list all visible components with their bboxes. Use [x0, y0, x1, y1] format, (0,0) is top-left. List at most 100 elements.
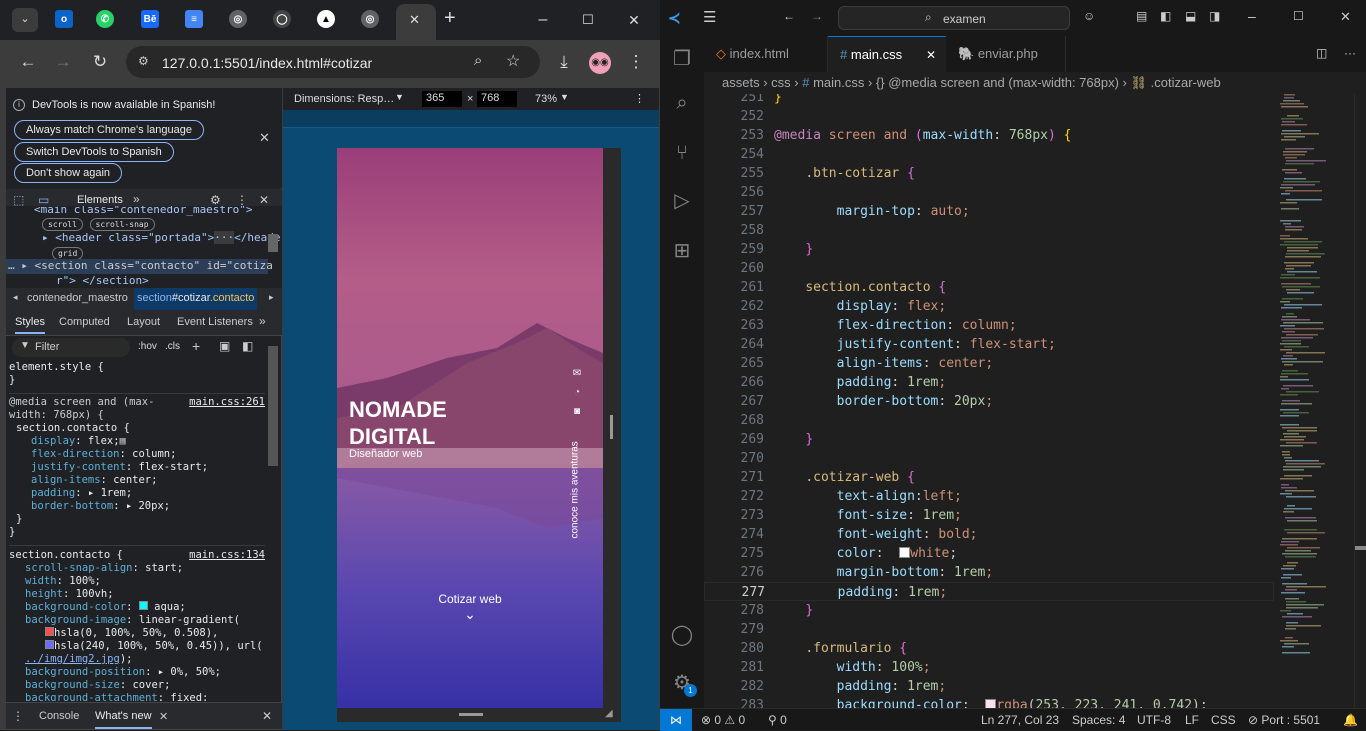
- close-tab-icon[interactable]: ✕: [159, 710, 168, 723]
- explorer-icon[interactable]: ❐: [670, 46, 694, 70]
- code-editor[interactable]: 251} 252 253 @media screen and (max-width: …: [704, 94, 1274, 708]
- bottom-resize-handle[interactable]: ◢: [337, 708, 621, 722]
- cursor-position[interactable]: Ln 277, Col 23: [981, 709, 1059, 731]
- inspect-icon[interactable]: ⬚: [13, 193, 24, 207]
- code-line[interactable]: 254: [704, 145, 1274, 164]
- menu-icon[interactable]: ☰: [703, 8, 716, 26]
- github-icon[interactable]: ◯: [273, 10, 291, 28]
- close-tab-icon[interactable]: ✕: [926, 37, 936, 73]
- url-text[interactable]: 127.0.0.1:5501/index.html#cotizar: [162, 55, 372, 71]
- more-icon[interactable]: ⋮: [236, 193, 248, 207]
- reload-icon[interactable]: ↻: [89, 52, 111, 72]
- line-ending[interactable]: LF: [1185, 709, 1199, 731]
- code-line[interactable]: 274 font-weight: bold;: [704, 525, 1274, 544]
- minimap[interactable]: [1274, 94, 1354, 708]
- close-devtools-icon[interactable]: ✕: [259, 193, 269, 207]
- tab-enviar-php[interactable]: 🐘 enviar.php: [946, 36, 1066, 72]
- docs-icon[interactable]: ≡: [185, 10, 203, 28]
- code-line[interactable]: 259 }: [704, 240, 1274, 259]
- vercel-icon[interactable]: ▲: [317, 10, 335, 28]
- styles-pane[interactable]: element.style { } @media screen and (max…: [6, 361, 268, 701]
- match-language-button[interactable]: Always match Chrome's language: [14, 120, 204, 140]
- code-line[interactable]: 260: [704, 259, 1274, 278]
- code-line[interactable]: 270: [704, 449, 1274, 468]
- code-line[interactable]: 255 .btn-cotizar {: [704, 164, 1274, 183]
- menu-icon[interactable]: ⋮: [625, 52, 647, 72]
- code-line[interactable]: 261 section.contacto {: [704, 278, 1274, 297]
- source-control-icon[interactable]: ⑂: [670, 142, 694, 166]
- code-line[interactable]: 251}: [704, 94, 1274, 107]
- mail-icon[interactable]: ✉: [570, 364, 584, 383]
- code-line[interactable]: 279: [704, 620, 1274, 639]
- tab-search-button[interactable]: ⌄: [12, 8, 38, 32]
- dom-scrollbar[interactable]: [268, 234, 278, 252]
- code-line[interactable]: 278 }: [704, 601, 1274, 620]
- scroll-snap-badge[interactable]: scroll-snap: [89, 218, 155, 231]
- close-window-button[interactable]: ✕: [1340, 9, 1351, 25]
- code-line[interactable]: 271 .cotizar-web {: [704, 468, 1274, 487]
- globe-icon[interactable]: ◎: [361, 10, 379, 28]
- tab-main-css[interactable]: # main.css ✕: [828, 36, 946, 72]
- tab-event-listeners[interactable]: Event Listeners: [177, 316, 253, 328]
- extensions-icon[interactable]: ⊞: [670, 238, 694, 262]
- drawer-console[interactable]: Console: [39, 710, 79, 722]
- height-input[interactable]: 768: [477, 91, 517, 107]
- run-debug-icon[interactable]: ▷: [670, 188, 694, 212]
- width-input[interactable]: 365: [422, 91, 462, 107]
- bookmark-star-icon[interactable]: ☆: [506, 51, 520, 71]
- ports-status[interactable]: ⚲ 0: [768, 709, 787, 731]
- close-tab-icon[interactable]: ✕: [409, 12, 420, 28]
- close-window-button[interactable]: ✕: [624, 10, 644, 30]
- tab-computed[interactable]: Computed: [59, 316, 110, 328]
- code-line[interactable]: 280 .formulario {: [704, 639, 1274, 658]
- code-line[interactable]: 264 justify-content: flex-start;: [704, 335, 1274, 354]
- dom-section[interactable]: … ▸ <section class="contacto" id="cotiza: [8, 259, 273, 272]
- active-tab[interactable]: ✕: [396, 4, 436, 40]
- code-line[interactable]: 273 font-size: 1rem;: [704, 506, 1274, 525]
- panel-left-icon[interactable]: ◧: [1160, 9, 1171, 23]
- close-drawer-icon[interactable]: ✕: [262, 709, 272, 723]
- language-mode[interactable]: CSS: [1211, 709, 1236, 731]
- code-line[interactable]: 252: [704, 107, 1274, 126]
- paint-icon[interactable]: ▣: [219, 339, 230, 353]
- vertical-text[interactable]: conoce mis aventuras: [570, 409, 581, 538]
- code-line[interactable]: 257 margin-top: auto;: [704, 202, 1274, 221]
- code-line[interactable]: 256: [704, 183, 1274, 202]
- color-swatch[interactable]: [45, 640, 54, 649]
- new-tab-button[interactable]: +: [444, 7, 456, 30]
- settings-icon[interactable]: ⚙: [210, 193, 221, 207]
- minimize-button[interactable]: –: [1248, 8, 1256, 24]
- more-actions-icon[interactable]: ···: [1344, 46, 1356, 60]
- dom-tree[interactable]: <main class="contenedor_maestro"> scroll…: [6, 206, 282, 288]
- right-resize-handle[interactable]: [603, 148, 621, 708]
- color-swatch[interactable]: [45, 627, 54, 636]
- avatar[interactable]: ◉◉: [589, 52, 611, 74]
- code-line[interactable]: 272 text-align:left;: [704, 487, 1274, 506]
- tab-layout[interactable]: Layout: [127, 316, 160, 328]
- site-info-icon[interactable]: ⚙: [138, 54, 149, 68]
- minimize-button[interactable]: –: [533, 10, 553, 30]
- code-line[interactable]: 265 align-items: center;: [704, 354, 1274, 373]
- editor-scrollbar[interactable]: [1354, 94, 1366, 708]
- dom-main[interactable]: <main class="contenedor_maestro">: [34, 206, 253, 216]
- code-line[interactable]: 266 padding: 1rem;: [704, 373, 1274, 392]
- sidebar-toggle-icon[interactable]: ◧: [242, 339, 253, 353]
- crumb-left-icon[interactable]: ◂: [13, 292, 18, 303]
- device-toggle-icon[interactable]: ▭: [38, 193, 49, 207]
- outlook-icon[interactable]: o: [55, 10, 73, 28]
- tab-index-html[interactable]: ◇ index.html: [704, 36, 828, 72]
- code-line[interactable]: 262 display: flex;: [704, 297, 1274, 316]
- color-swatch[interactable]: [138, 601, 148, 610]
- maximize-button[interactable]: ☐: [578, 10, 598, 30]
- more-tabs-icon[interactable]: »: [133, 192, 140, 206]
- media-query-bar[interactable]: [283, 110, 659, 128]
- corner-resize-icon[interactable]: ◢: [605, 708, 613, 719]
- zoom-icon[interactable]: ⌕: [474, 52, 482, 69]
- chevron-down-icon[interactable]: ⌄: [337, 606, 603, 623]
- dom-header[interactable]: ▸ <header class="portada">···</header>: [42, 231, 282, 244]
- more-icon[interactable]: ⋮: [634, 92, 645, 105]
- add-rule-icon[interactable]: +: [192, 338, 200, 354]
- dimensions-select[interactable]: Dimensions: Resp…: [294, 93, 394, 105]
- tab-elements[interactable]: Elements: [77, 194, 123, 206]
- encoding[interactable]: UTF-8: [1137, 709, 1171, 731]
